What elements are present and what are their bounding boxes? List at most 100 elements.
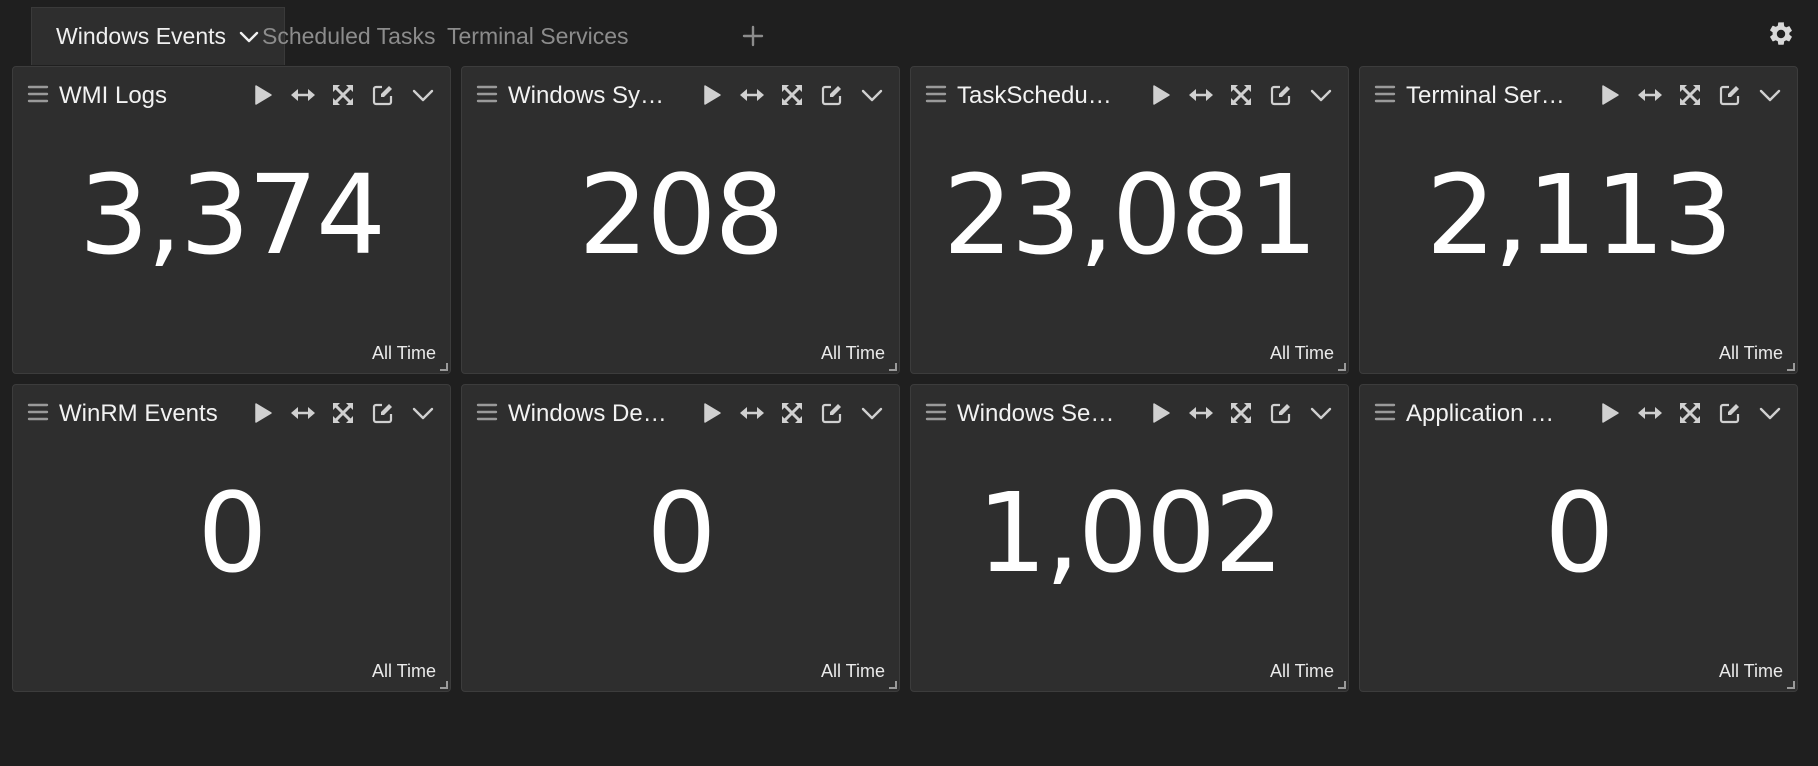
drag-handle-icon[interactable] bbox=[1374, 401, 1396, 423]
play-icon[interactable] bbox=[250, 82, 276, 108]
expand-horizontal-icon[interactable] bbox=[739, 400, 765, 426]
play-icon[interactable] bbox=[699, 400, 725, 426]
widget-title: Application Lo… bbox=[1406, 400, 1566, 427]
resize-handle[interactable] bbox=[1338, 363, 1346, 371]
edit-icon[interactable] bbox=[1268, 400, 1294, 426]
maximize-icon[interactable] bbox=[1228, 400, 1254, 426]
tab-label: Terminal Services bbox=[447, 22, 629, 49]
widget-actions bbox=[250, 399, 436, 427]
resize-handle[interactable] bbox=[1787, 681, 1795, 689]
drag-handle-icon[interactable] bbox=[476, 83, 498, 105]
chevron-down-icon[interactable] bbox=[410, 400, 436, 426]
plus-icon[interactable] bbox=[738, 16, 768, 56]
gear-icon[interactable] bbox=[1767, 20, 1797, 50]
maximize-icon[interactable] bbox=[330, 400, 356, 426]
widget-value: 208 bbox=[578, 151, 785, 279]
counter-widget: Windows Syst… 208 All Time bbox=[461, 66, 900, 374]
edit-icon[interactable] bbox=[1717, 400, 1743, 426]
chevron-down-icon[interactable] bbox=[859, 82, 885, 108]
play-icon[interactable] bbox=[1148, 82, 1174, 108]
time-range-selector[interactable]: All Time bbox=[1719, 343, 1783, 364]
chevron-down-icon[interactable] bbox=[859, 400, 885, 426]
play-icon[interactable] bbox=[1148, 400, 1174, 426]
chevron-down-icon[interactable] bbox=[410, 82, 436, 108]
expand-horizontal-icon[interactable] bbox=[1188, 82, 1214, 108]
widget-title: Terminal Servi… bbox=[1406, 82, 1566, 109]
edit-icon[interactable] bbox=[1268, 82, 1294, 108]
chevron-down-icon[interactable] bbox=[1757, 400, 1783, 426]
chevron-down-icon[interactable] bbox=[1308, 82, 1334, 108]
resize-handle[interactable] bbox=[1787, 363, 1795, 371]
play-icon[interactable] bbox=[1597, 400, 1623, 426]
widget-title: WinRM Events bbox=[59, 400, 218, 427]
tab-terminal-services[interactable]: Terminal Services bbox=[447, 7, 629, 65]
edit-icon[interactable] bbox=[1717, 82, 1743, 108]
widget-title: TaskSchedule… bbox=[957, 82, 1117, 109]
tab-windows-events[interactable]: Windows Events bbox=[31, 7, 286, 65]
maximize-icon[interactable] bbox=[779, 82, 805, 108]
chevron-down-icon[interactable] bbox=[1757, 82, 1783, 108]
drag-handle-icon[interactable] bbox=[476, 401, 498, 423]
counter-widget: Application Lo… 0 All Time bbox=[1359, 384, 1798, 692]
expand-horizontal-icon[interactable] bbox=[1637, 82, 1663, 108]
time-range-selector[interactable]: All Time bbox=[1270, 661, 1334, 682]
expand-horizontal-icon[interactable] bbox=[1188, 400, 1214, 426]
maximize-icon[interactable] bbox=[779, 400, 805, 426]
drag-handle-icon[interactable] bbox=[925, 401, 947, 423]
expand-horizontal-icon[interactable] bbox=[739, 82, 765, 108]
edit-icon[interactable] bbox=[370, 400, 396, 426]
widget-value: 1,002 bbox=[977, 469, 1284, 597]
counter-widget: Terminal Servi… 2,113 All Time bbox=[1359, 66, 1798, 374]
resize-handle[interactable] bbox=[440, 681, 448, 689]
counter-widget: Windows Defe… bbox=[461, 384, 900, 692]
dashboard-tab-bar: Windows Events Scheduled Tasks Terminal … bbox=[0, 0, 1818, 67]
resize-handle[interactable] bbox=[889, 681, 897, 689]
edit-icon[interactable] bbox=[819, 400, 845, 426]
widget-actions bbox=[250, 81, 436, 109]
widget-header: Windows Defe… bbox=[462, 385, 899, 443]
resize-handle[interactable] bbox=[1338, 681, 1346, 689]
edit-icon[interactable] bbox=[370, 82, 396, 108]
drag-handle-icon[interactable] bbox=[27, 83, 49, 105]
expand-horizontal-icon[interactable] bbox=[290, 400, 316, 426]
edit-icon[interactable] bbox=[819, 82, 845, 108]
maximize-icon[interactable] bbox=[1228, 82, 1254, 108]
widget-title: Windows Syst… bbox=[508, 82, 668, 109]
widget-title: WMI Logs bbox=[59, 82, 168, 109]
widget-title: Windows Secu… bbox=[957, 400, 1117, 427]
time-range-selector[interactable]: All Time bbox=[1270, 343, 1334, 364]
time-range-selector[interactable]: All Time bbox=[372, 343, 436, 364]
chevron-down-icon[interactable] bbox=[238, 26, 260, 48]
play-icon[interactable] bbox=[250, 400, 276, 426]
widget-header: Application Lo… bbox=[1360, 385, 1797, 443]
widget-actions bbox=[1597, 399, 1783, 427]
drag-handle-icon[interactable] bbox=[925, 83, 947, 105]
counter-widget: Windows Secu… bbox=[910, 384, 1349, 692]
widget-header: Windows Secu… bbox=[911, 385, 1348, 443]
resize-handle[interactable] bbox=[889, 363, 897, 371]
maximize-icon[interactable] bbox=[330, 82, 356, 108]
time-range-selector[interactable]: All Time bbox=[372, 661, 436, 682]
tab-scheduled-tasks[interactable]: Scheduled Tasks bbox=[262, 7, 435, 65]
widget-title: Windows Defe… bbox=[508, 400, 668, 427]
resize-handle[interactable] bbox=[440, 363, 448, 371]
widget-actions bbox=[1148, 399, 1334, 427]
play-icon[interactable] bbox=[1597, 82, 1623, 108]
widget-value: 2,113 bbox=[1426, 151, 1733, 279]
time-range-selector[interactable]: All Time bbox=[821, 343, 885, 364]
widget-value: 23,081 bbox=[943, 151, 1318, 279]
counter-widget: TaskSchedule… 23,081 All Time bbox=[910, 66, 1349, 374]
time-range-selector[interactable]: All Time bbox=[1719, 661, 1783, 682]
maximize-icon[interactable] bbox=[1677, 82, 1703, 108]
chevron-down-icon[interactable] bbox=[1308, 400, 1334, 426]
tab-label: Scheduled Tasks bbox=[262, 22, 436, 49]
widget-value: 3,374 bbox=[79, 151, 386, 279]
drag-handle-icon[interactable] bbox=[27, 401, 49, 423]
time-range-selector[interactable]: All Time bbox=[821, 661, 885, 682]
maximize-icon[interactable] bbox=[1677, 400, 1703, 426]
expand-horizontal-icon[interactable] bbox=[1637, 400, 1663, 426]
play-icon[interactable] bbox=[699, 82, 725, 108]
widget-header: Terminal Servi… bbox=[1360, 67, 1797, 125]
drag-handle-icon[interactable] bbox=[1374, 83, 1396, 105]
expand-horizontal-icon[interactable] bbox=[290, 82, 316, 108]
